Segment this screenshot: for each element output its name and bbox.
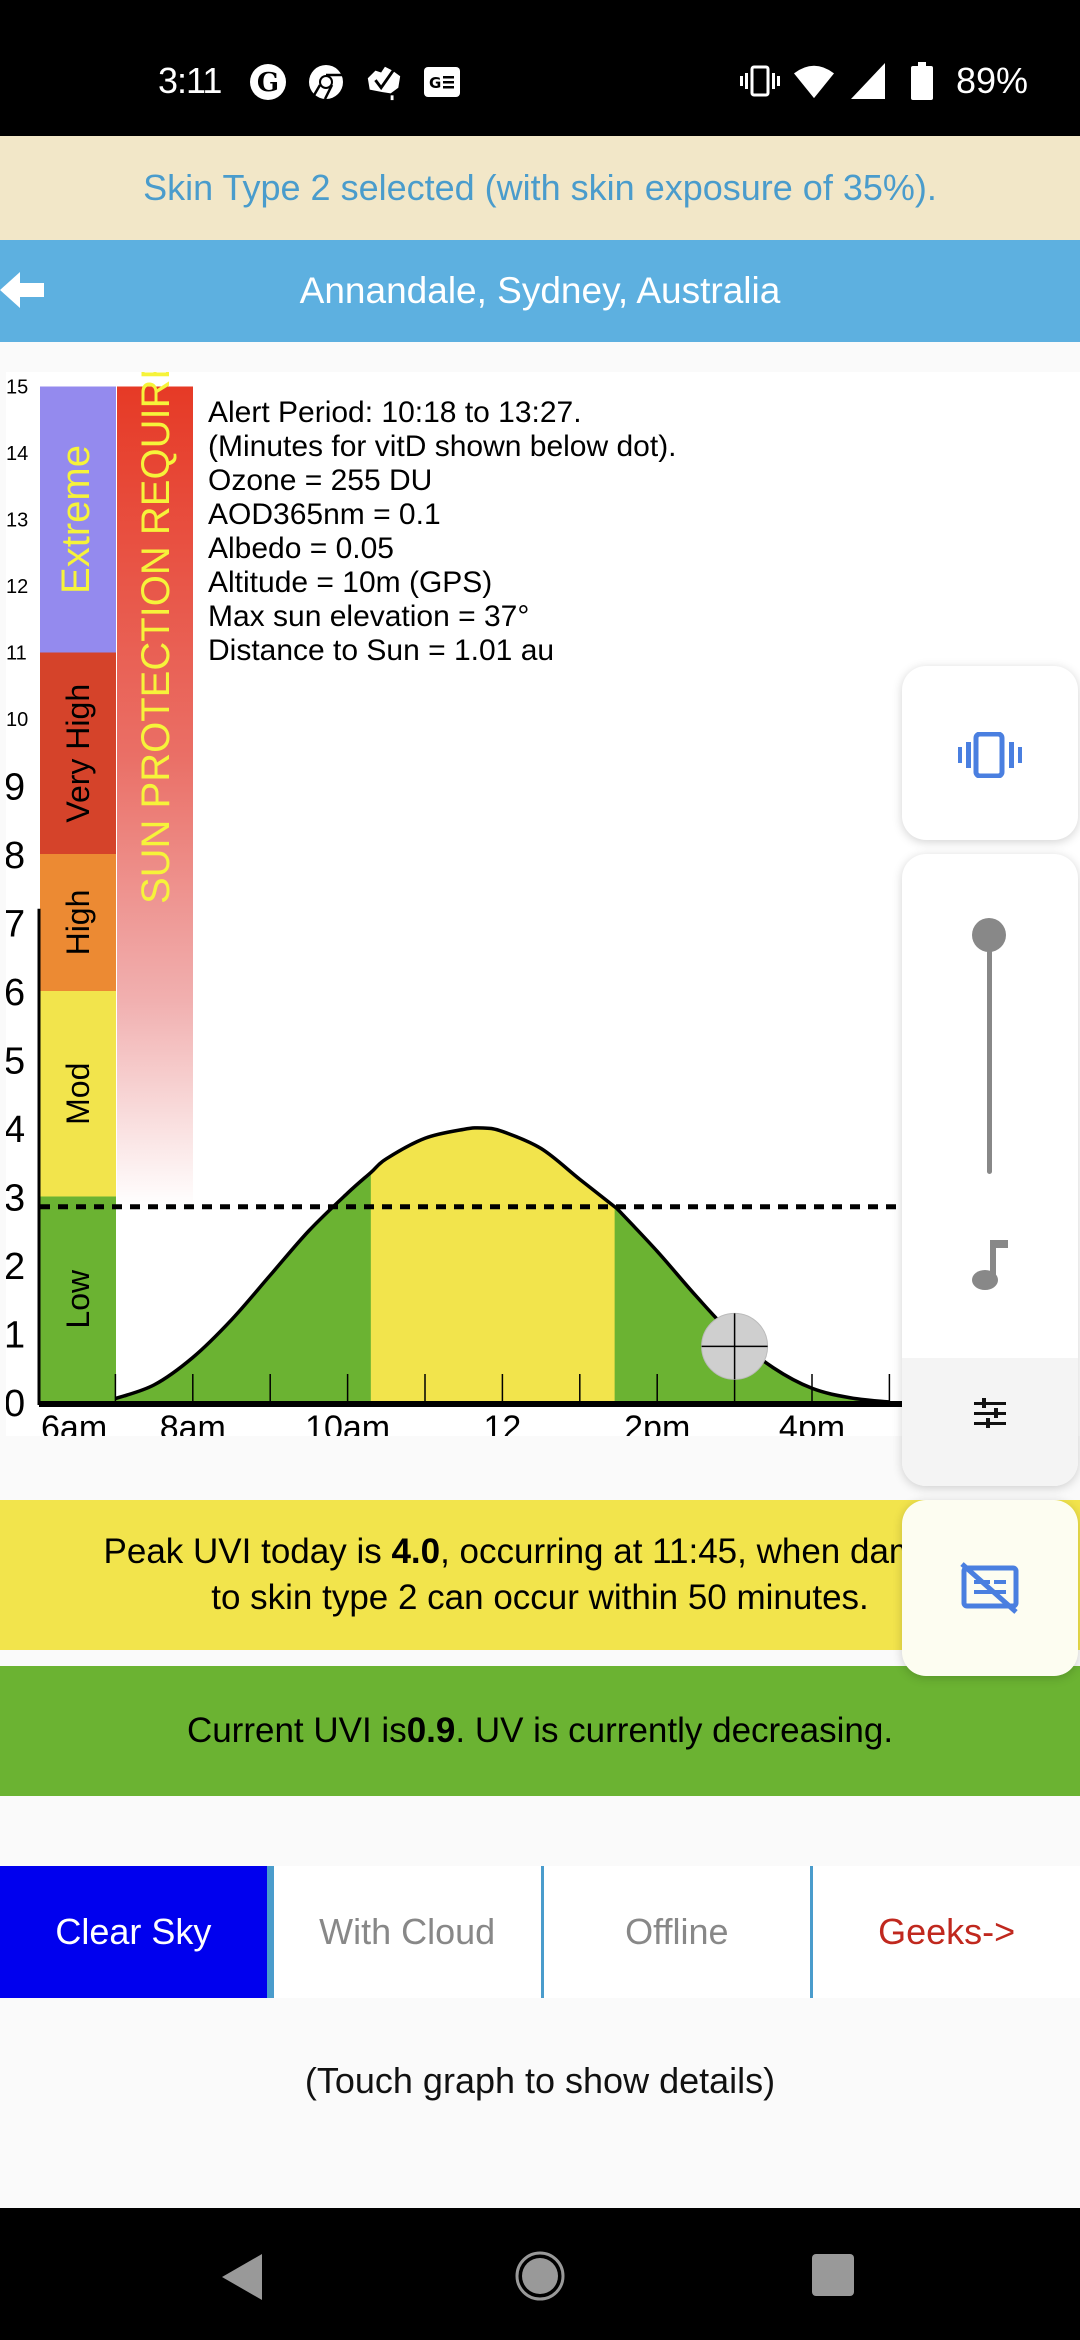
- x-tick-label: 2pm: [624, 1409, 690, 1436]
- info-vitd-note: (Minutes for vitD shown below dot).: [208, 430, 677, 463]
- current-prefix: Current UVI is: [186, 1711, 407, 1750]
- peak-middle: , occurring at 11:45, when damage: [440, 1532, 977, 1571]
- back-arrow-icon: [0, 272, 44, 308]
- svg-text:G: G: [429, 74, 441, 92]
- sliders-icon: [974, 1398, 1006, 1428]
- location-bar: Annandale, Sydney, Australia: [0, 240, 1080, 342]
- location-title[interactable]: Annandale, Sydney, Australia: [300, 270, 781, 312]
- navigation-bar: [0, 2208, 1080, 2340]
- ringer-mode-button[interactable]: [902, 666, 1078, 840]
- y-tick-label: 7: [6, 904, 25, 946]
- y-tick-label: 2: [6, 1246, 25, 1288]
- y-tick-label: 6: [6, 972, 25, 1014]
- uv-band-label: Mod: [60, 1063, 96, 1125]
- music-note-icon[interactable]: [970, 1240, 1010, 1290]
- info-alert-period: Alert Period: 10:18 to 13:27.: [208, 396, 582, 429]
- info-altitude: Altitude = 10m (GPS): [208, 566, 493, 599]
- info-sun-distance: Distance to Sun = 1.01 au: [208, 634, 555, 667]
- svg-text:G: G: [257, 68, 279, 98]
- current-suffix: . UV is currently decreasing.: [455, 1711, 894, 1750]
- tab-geeks[interactable]: Geeks->: [810, 1866, 1080, 1998]
- y-tick-label: 4: [6, 1109, 25, 1151]
- y-tick-label: 15: [6, 377, 28, 399]
- volume-slider-thumb[interactable]: [972, 918, 1006, 952]
- battery-icon: [902, 61, 942, 101]
- x-tick-label: 10am: [305, 1409, 390, 1436]
- recents-square-icon[interactable]: [812, 2254, 854, 2296]
- tab-offline[interactable]: Offline: [540, 1866, 811, 1998]
- guardian-icon: G: [248, 62, 288, 102]
- x-tick-label: 4pm: [779, 1409, 845, 1436]
- y-tick-label: 12: [6, 576, 28, 598]
- y-tick-label: 10: [6, 709, 28, 731]
- back-triangle-icon[interactable]: [222, 2254, 264, 2300]
- y-tick-label: 8: [6, 835, 25, 877]
- volume-slider-card: [902, 854, 1078, 1486]
- uv-band-label: Low: [60, 1269, 96, 1329]
- home-circle-icon[interactable]: [514, 2250, 566, 2302]
- peak-value: 4.0: [391, 1532, 441, 1571]
- captions-off-icon: [960, 1562, 1019, 1614]
- vibrate-icon: [739, 61, 780, 101]
- x-tick-label: 6am: [41, 1409, 107, 1436]
- y-tick-label: 9: [6, 767, 25, 809]
- mode-tabs: Clear Sky With Cloud Offline Geeks->: [0, 1866, 1080, 1998]
- captions-button[interactable]: [902, 1500, 1078, 1676]
- wifi-icon: [793, 61, 834, 101]
- info-sun-elevation: Max sun elevation = 37°: [208, 600, 530, 633]
- y-tick-label: 5: [6, 1041, 25, 1083]
- uv-band-label: High: [60, 890, 96, 956]
- current-uvi-summary: Current UVI is 0.9. UV is currently decr…: [0, 1666, 1080, 1796]
- vibrate-icon: [958, 732, 1022, 778]
- x-tick-label: 8am: [160, 1409, 226, 1436]
- current-value: 0.9: [406, 1711, 456, 1750]
- y-tick-label: 11: [6, 643, 27, 665]
- chrome-icon: [306, 62, 346, 102]
- uv-band-label: Extreme: [54, 445, 98, 594]
- y-tick-label: 3: [6, 1178, 25, 1220]
- y-tick-label: 1: [6, 1315, 25, 1357]
- info-ozone: Ozone = 255 DU: [208, 464, 433, 497]
- signal-icon: [848, 61, 888, 101]
- y-tick-label: 14: [6, 443, 28, 465]
- back-button[interactable]: [0, 266, 48, 314]
- uv-band-label: Very High: [60, 684, 96, 823]
- info-albedo: Albedo = 0.05: [208, 532, 394, 565]
- status-time: 3:11: [158, 60, 222, 101]
- volume-slider-track[interactable]: [987, 934, 992, 1174]
- battery-percent: 89%: [955, 60, 1028, 101]
- status-bar: 3:11 G G 89%: [0, 0, 1080, 136]
- skin-type-banner[interactable]: Skin Type 2 selected (with skin exposure…: [0, 136, 1080, 240]
- x-tick-label: 12: [483, 1409, 521, 1436]
- touch-hint: (Touch graph to show details): [304, 2060, 776, 2101]
- ge-icon: G: [422, 62, 462, 102]
- y-tick-label: 13: [6, 510, 28, 532]
- australia-check-icon: [364, 62, 404, 102]
- y-tick-label: 0: [6, 1383, 25, 1425]
- sun-protection-label: SUN PROTECTION REQUIRED: [134, 372, 178, 904]
- chart-info: Alert Period: 10:18 to 13:27. (Minutes f…: [208, 396, 677, 668]
- tab-with-cloud[interactable]: With Cloud: [270, 1866, 541, 1998]
- info-aod: AOD365nm = 0.1: [208, 498, 441, 531]
- peak-prefix: Peak UVI today is: [103, 1532, 392, 1571]
- volume-settings-area[interactable]: [902, 1358, 1078, 1486]
- tab-clear-sky[interactable]: Clear Sky: [0, 1866, 271, 1998]
